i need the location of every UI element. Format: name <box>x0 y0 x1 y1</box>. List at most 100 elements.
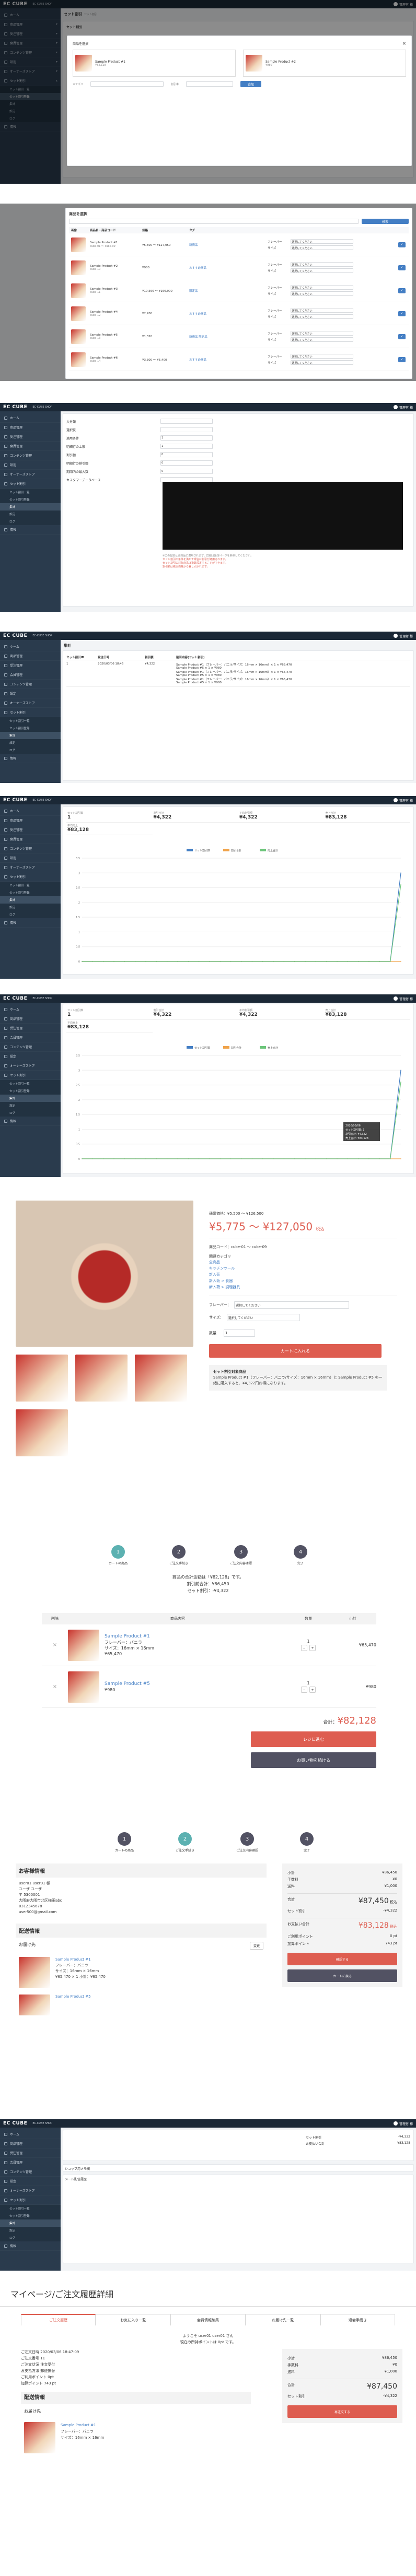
remove-icon[interactable]: × <box>42 1642 68 1648</box>
sidebar-sub-item[interactable]: セット割引一覧 <box>0 882 61 889</box>
data-point[interactable] <box>219 1158 221 1159</box>
sidebar-sub-item[interactable]: セット割引登録 <box>0 889 61 896</box>
option-select[interactable]: 選択してください <box>291 285 353 290</box>
data-point[interactable] <box>357 961 359 962</box>
data-point[interactable] <box>156 961 157 962</box>
shop-name[interactable]: EC-CUBE SHOP <box>32 799 52 802</box>
tab-1[interactable]: ご注文履歴 <box>21 2314 96 2325</box>
data-point[interactable] <box>389 961 391 962</box>
sidebar-sub-item[interactable]: セット割引一覧 <box>0 489 61 496</box>
option-select[interactable]: 選択してください <box>291 337 353 342</box>
sidebar-item[interactable]: 会員管理 <box>0 835 61 844</box>
shop-name[interactable]: EC-CUBE SHOP <box>32 2122 52 2125</box>
sidebar-item[interactable]: 受注管理 <box>0 432 61 442</box>
shop-name[interactable]: EC-CUBE SHOP <box>32 634 52 637</box>
sidebar-item[interactable]: 情報 <box>0 2241 61 2251</box>
size-select[interactable]: 選択してください <box>226 1314 300 1321</box>
sidebar-item[interactable]: 受注管理 <box>0 661 61 670</box>
change-button[interactable]: 変更 <box>249 1942 263 1950</box>
form-input[interactable] <box>160 427 213 432</box>
remove-icon[interactable]: × <box>42 1684 68 1690</box>
data-point[interactable] <box>230 1158 232 1159</box>
confirm-button[interactable]: 確認する <box>287 1953 397 1965</box>
sidebar-item[interactable]: セット割引 <box>0 2195 61 2205</box>
category-link[interactable]: 全商品 <box>209 1259 397 1265</box>
user-menu[interactable]: 管理者 様 <box>394 634 413 638</box>
data-point[interactable] <box>283 961 285 962</box>
sidebar-item[interactable]: ホーム <box>0 1005 61 1014</box>
sidebar-sub-item[interactable]: セット割引一覧 <box>0 1080 61 1087</box>
sidebar-sub-item[interactable]: 設定 <box>0 1102 61 1109</box>
user-menu[interactable]: 管理者 様 <box>394 996 413 1001</box>
user-menu[interactable]: 管理者 様 <box>394 798 413 803</box>
sidebar-item[interactable]: 商品管理 <box>0 2139 61 2148</box>
option-select[interactable]: 選択してください <box>291 245 353 250</box>
sidebar-item[interactable]: 受注管理 <box>0 1024 61 1033</box>
data-point[interactable] <box>230 961 232 962</box>
data-point[interactable] <box>262 1158 263 1159</box>
thumbnail-4[interactable] <box>16 1409 68 1456</box>
sidebar-item[interactable]: セット割引 <box>0 1071 61 1080</box>
data-point[interactable] <box>251 961 253 962</box>
data-point[interactable] <box>305 961 306 962</box>
data-point[interactable] <box>273 1158 274 1159</box>
sidebar-item[interactable]: 設定 <box>0 2177 61 2186</box>
sidebar-item[interactable]: オーナーズストア <box>0 470 61 479</box>
data-point[interactable] <box>379 961 380 962</box>
data-point[interactable] <box>145 1158 146 1159</box>
data-point[interactable] <box>294 961 295 962</box>
sidebar-sub-item[interactable]: 設定 <box>0 511 61 518</box>
data-point[interactable] <box>315 1158 317 1159</box>
select-button[interactable]: ✓ <box>398 288 406 293</box>
tab-5[interactable]: 退会手続き <box>320 2314 396 2325</box>
data-point[interactable] <box>389 1158 391 1159</box>
data-point[interactable] <box>379 1158 380 1159</box>
legend-swatch[interactable] <box>187 1046 193 1049</box>
sidebar-item[interactable]: 設定 <box>0 1052 61 1061</box>
form-input[interactable]: 0 <box>160 452 213 457</box>
sidebar-sub-item[interactable]: ログ <box>0 518 61 525</box>
data-point[interactable] <box>305 1158 306 1159</box>
sidebar-item[interactable]: 設定 <box>0 689 61 698</box>
item-name[interactable]: Sample Product #1 <box>61 2422 104 2428</box>
sidebar-sub-item[interactable]: ログ <box>0 746 61 754</box>
tab-4[interactable]: お届け先一覧 <box>245 2314 320 2325</box>
sidebar-item[interactable]: ホーム <box>0 2130 61 2139</box>
data-point[interactable] <box>92 1158 94 1159</box>
option-select[interactable]: 選択してください <box>291 314 353 319</box>
form-input[interactable]: 0 <box>160 469 213 474</box>
sidebar-sub-item[interactable]: セット割引一覧 <box>0 717 61 725</box>
legend-swatch[interactable] <box>187 849 193 851</box>
data-point[interactable] <box>209 961 210 962</box>
sidebar-item[interactable]: セット割引 <box>0 708 61 717</box>
sidebar-item[interactable]: 商品管理 <box>0 816 61 825</box>
category-link[interactable]: 新入荷 > 調理器具 <box>209 1284 397 1290</box>
form-input[interactable]: 0 <box>160 460 213 466</box>
data-point[interactable] <box>347 961 349 962</box>
sidebar-item[interactable]: オーナーズストア <box>0 698 61 708</box>
sidebar-item[interactable]: オーナーズストア <box>0 863 61 872</box>
tab-3[interactable]: 会員情報編集 <box>170 2314 246 2325</box>
select-button[interactable]: ✓ <box>398 265 406 270</box>
search-input[interactable] <box>69 219 359 224</box>
plus-button[interactable]: + <box>309 1687 316 1693</box>
close-icon[interactable]: × <box>402 41 406 46</box>
sidebar-sub-item[interactable]: 設定 <box>0 2227 61 2234</box>
option-select[interactable]: 選択してください <box>291 262 353 267</box>
item-name[interactable]: Sample Product #5 <box>105 1681 150 1687</box>
data-point[interactable] <box>400 1158 401 1159</box>
shop-name[interactable]: EC-CUBE SHOP <box>32 997 52 1000</box>
data-point[interactable] <box>209 1158 210 1159</box>
data-point[interactable] <box>251 1158 253 1159</box>
sidebar-item[interactable]: セット割引 <box>0 872 61 882</box>
sidebar-item[interactable]: コンテンツ管理 <box>0 451 61 460</box>
sidebar-item[interactable]: 情報 <box>0 1117 61 1126</box>
add-button[interactable]: 追加 <box>240 81 262 87</box>
sidebar-item[interactable]: ホーム <box>0 642 61 651</box>
data-point[interactable] <box>198 961 200 962</box>
option-select[interactable]: 選択してください <box>291 291 353 296</box>
sidebar-sub-item[interactable]: セット割引一覧 <box>0 2205 61 2212</box>
sidebar-item[interactable]: コンテンツ管理 <box>0 844 61 853</box>
sidebar-sub-item[interactable]: セット割引登録 <box>0 725 61 732</box>
minus-button[interactable]: − <box>301 1645 307 1651</box>
